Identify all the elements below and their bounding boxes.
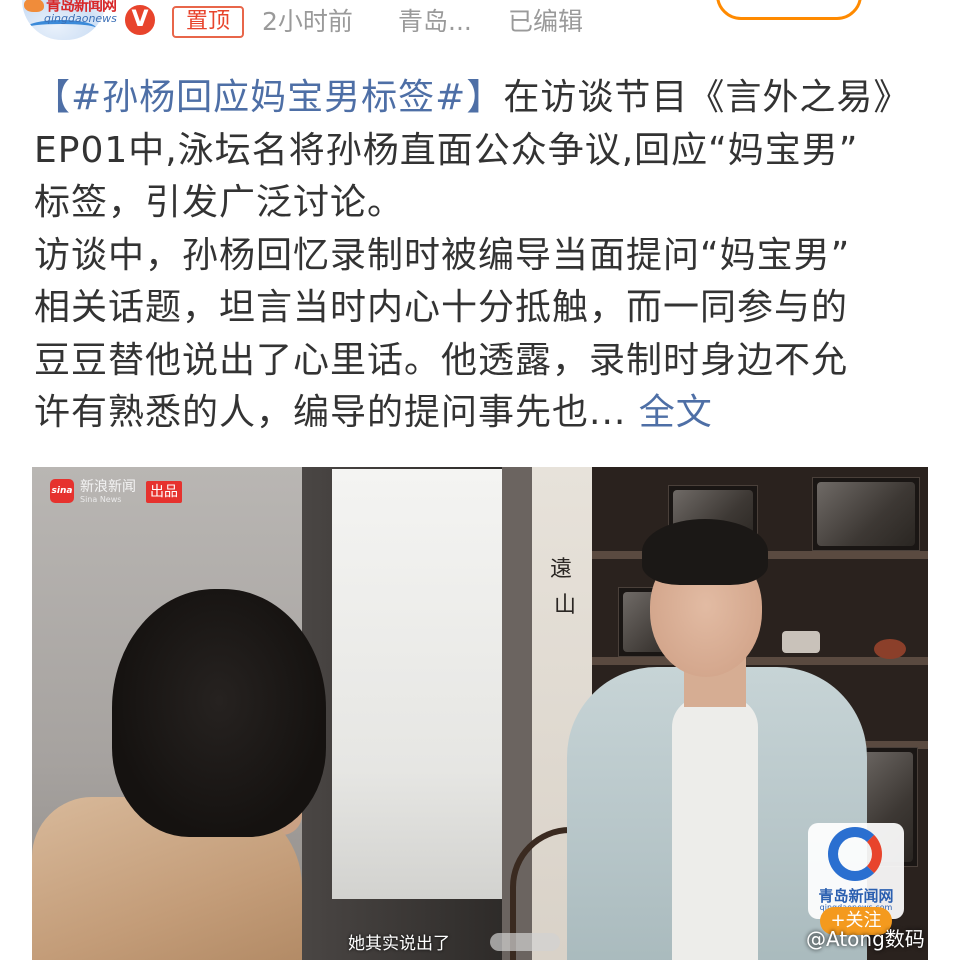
post-time: 2小时前 (262, 7, 353, 36)
video-subtitle: 她其实说出了 (348, 934, 450, 954)
teapot (874, 639, 906, 659)
post-line-text: 许有熟悉的人，编导的提问事先也... (34, 392, 627, 433)
video-player[interactable]: 遠 山 sina 新浪新闻 Sina News 出品 青岛新闻网 qingdao… (32, 467, 928, 960)
light-panel (332, 469, 518, 899)
post-line: 【#孙杨回应妈宝男标签#】在访谈节目《言外之易》 (34, 72, 934, 125)
post-source[interactable]: 青岛... (398, 4, 472, 40)
sina-news-en: Sina News (80, 495, 122, 504)
subtitle-blur (490, 933, 560, 951)
decor-box (812, 477, 920, 551)
post-line: 标签，引发广泛讨论。 (34, 182, 405, 223)
verified-badge-icon: V (122, 2, 158, 38)
guest-tshirt (672, 697, 758, 960)
post-line-text: 在访谈节目《言外之易》 (503, 77, 911, 118)
post-line: EP01中,泳坛名将孙杨直面公众争议,回应“妈宝男” (34, 129, 859, 171)
post-line: 相关话题，坦言当时内心十分抵触，而一同参与的 (34, 287, 849, 328)
pinned-tag: 置顶 (172, 6, 245, 38)
qingdao-news-logo-icon (828, 827, 882, 881)
post-text: 【#孙杨回应妈宝男标签#】在访谈节目《言外之易》 EP01中,泳坛名将孙杨直面公… (34, 72, 934, 440)
teacup (782, 631, 820, 653)
calligraphy-char: 遠 (550, 557, 573, 582)
topic-hashtag-link[interactable]: 【#孙杨回应妈宝男标签#】 (34, 77, 503, 118)
sina-news-name: 新浪新闻 (80, 479, 136, 495)
qingdao-news-watermark: 青岛新闻网 qingdaonews.com (808, 823, 904, 919)
avatar-logo-subtext: qingdaonews (44, 12, 117, 25)
koi-fish-icon (24, 0, 44, 12)
account-avatar[interactable]: 青岛新闻网 qingdaonews V (22, 0, 158, 46)
calligraphy-char: 山 (554, 593, 577, 618)
follow-button[interactable] (716, 0, 862, 20)
host-hair (112, 589, 326, 837)
weibo-watermark: @Atong数码 (806, 927, 925, 951)
post-line: 许有熟悉的人，编导的提问事先也... 全文 (34, 387, 934, 440)
read-more-link[interactable]: 全文 (639, 392, 713, 433)
guest-hair (642, 519, 768, 585)
produced-tag: 出品 (146, 481, 182, 503)
shelf-board (592, 657, 928, 665)
post-line: 豆豆替他说出了心里话。他透露，录制时身边不允 (34, 339, 849, 381)
sina-logo-icon: sina (50, 479, 74, 503)
edited-label: 已编辑 (508, 7, 584, 36)
post-line: 访谈中，孙杨回忆录制时被编导当面提问“妈宝男” (34, 234, 851, 276)
